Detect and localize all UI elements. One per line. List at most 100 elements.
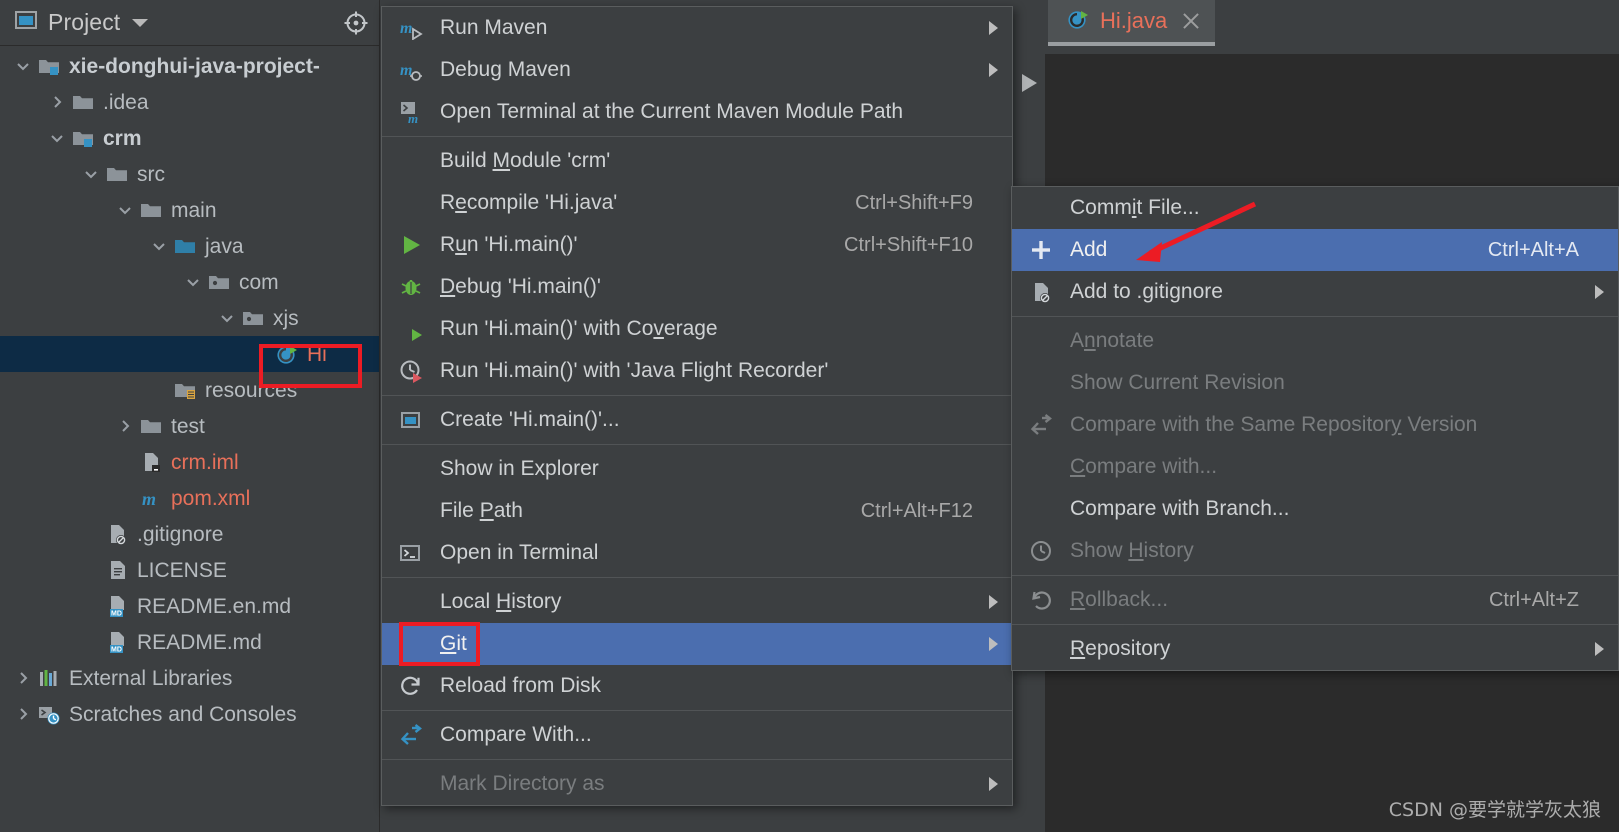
tree-row[interactable]: com [0, 264, 379, 300]
chevron-right-icon[interactable] [10, 670, 36, 686]
menu-item-run-hi-main-with-coverage[interactable]: Run 'Hi.main()' with Coverage [382, 308, 1012, 350]
file-context-menu[interactable]: m Run Maven m Debug Maven m Open Terminal at … [381, 6, 1013, 806]
tree-row[interactable]: xie-donghui-java-project- [0, 48, 379, 84]
package-icon [206, 270, 232, 294]
chevron-right-icon[interactable] [44, 94, 70, 110]
menu-item-label: Run 'Hi.main()' [440, 233, 578, 256]
menu-item-label: Recompile 'Hi.java' [440, 191, 618, 214]
java-class-icon [274, 342, 300, 366]
menu-item-label: Open in Terminal [440, 541, 599, 564]
editor-tab-hi-java[interactable]: Hi.java [1048, 0, 1216, 46]
close-icon[interactable] [1181, 11, 1201, 31]
project-panel-header: Project [0, 0, 379, 46]
tree-row-label: External Libraries [69, 666, 233, 690]
module-folder-icon [70, 126, 96, 150]
source-root-folder-icon [172, 234, 198, 258]
menu-item-label: Add to .gitignore [1070, 280, 1223, 303]
project-file-tree[interactable]: xie-donghui-java-project- .idea crm src main… [0, 46, 379, 732]
chevron-down-icon[interactable] [112, 202, 138, 218]
menu-item-local-history[interactable]: Local History [382, 581, 1012, 623]
tree-row[interactable]: resources [0, 372, 379, 408]
menu-item-label: Rollback... [1070, 588, 1169, 611]
menu-item-label: Debug 'Hi.main()' [440, 275, 601, 298]
svg-text:m: m [142, 489, 156, 509]
menu-item-git[interactable]: Git [382, 623, 1012, 665]
chevron-down-icon[interactable] [10, 58, 36, 74]
tree-row[interactable]: main [0, 192, 379, 228]
menu-item-debug-maven[interactable]: m Debug Maven [382, 49, 1012, 91]
menu-item-create-hi-main[interactable]: Create 'Hi.main()'... [382, 399, 1012, 441]
tree-row[interactable]: xjs [0, 300, 379, 336]
editor-tab-label: Hi.java [1100, 8, 1168, 33]
menu-item-label: Open Terminal at the Current Maven Modul… [440, 100, 904, 123]
chevron-right-icon[interactable] [112, 418, 138, 434]
tree-row[interactable]: Scratches and Consoles [0, 696, 379, 732]
menu-item-build-module-crm[interactable]: Build Module 'crm' [382, 140, 1012, 182]
tree-row[interactable]: Hi [0, 336, 379, 372]
menu-item-label: Annotate [1070, 329, 1155, 352]
chevron-down-icon[interactable] [180, 274, 206, 290]
menu-separator [1012, 575, 1618, 576]
menu-item-shortcut: Ctrl+Alt+A [1487, 238, 1579, 261]
menu-item-run-maven[interactable]: m Run Maven [382, 7, 1012, 49]
tree-row-label: xie-donghui-java-project- [69, 54, 320, 78]
menu-item-label: Compare with Branch... [1070, 497, 1290, 520]
tree-row[interactable]: LICENSE [0, 552, 379, 588]
module-folder-icon [36, 54, 62, 78]
tree-row-label: README.en.md [137, 594, 292, 618]
menu-separator [1012, 624, 1618, 625]
menu-item-label: Reload from Disk [440, 674, 602, 697]
menu-item-compare-with-branch[interactable]: Compare with Branch... [1012, 488, 1618, 530]
chevron-down-icon[interactable] [214, 310, 240, 326]
tree-row[interactable]: src [0, 156, 379, 192]
locate-target-icon[interactable] [343, 10, 369, 36]
menu-item-file-path[interactable]: File Path Ctrl+Alt+F12 [382, 490, 1012, 532]
svg-text:MD: MD [111, 647, 122, 654]
menu-item-label: Local History [440, 590, 562, 613]
run-green-arrow-icon[interactable] [1019, 72, 1039, 99]
tree-row[interactable]: .gitignore [0, 516, 379, 552]
tree-row[interactable]: crm [0, 120, 379, 156]
tree-row[interactable]: MD README.md [0, 624, 379, 660]
menu-item-mark-directory-as: Mark Directory as [382, 763, 1012, 805]
menu-item-show-in-explorer[interactable]: Show in Explorer [382, 448, 1012, 490]
menu-item-open-terminal-at-the-current-maven-module-path[interactable]: m Open Terminal at the Current Maven Modu… [382, 91, 1012, 133]
menu-item-run-hi-main[interactable]: Run 'Hi.main()' Ctrl+Shift+F10 [382, 224, 1012, 266]
menu-item-open-in-terminal[interactable]: Open in Terminal [382, 532, 1012, 574]
tree-row-label: pom.xml [171, 486, 251, 510]
chevron-down-icon[interactable] [78, 166, 104, 182]
chevron-down-icon[interactable] [146, 238, 172, 254]
chevron-down-icon[interactable] [44, 130, 70, 146]
markdown-file-icon: MD [104, 630, 130, 654]
chevron-right-icon[interactable] [10, 706, 36, 722]
tree-row-label: Hi [307, 342, 327, 366]
tree-row[interactable]: crm.iml [0, 444, 379, 480]
menu-item-repository[interactable]: Repository [1012, 628, 1618, 670]
markdown-file-icon: MD [104, 594, 130, 618]
menu-item-add[interactable]: Add Ctrl+Alt+A [1012, 229, 1618, 271]
tree-row[interactable]: .idea [0, 84, 379, 120]
tree-row[interactable]: test [0, 408, 379, 444]
menu-separator [1012, 316, 1618, 317]
csdn-watermark: CSDN @要学就学灰太狼 [1388, 799, 1601, 821]
tree-row[interactable]: m pom.xml [0, 480, 379, 516]
tree-row-label: resources [205, 378, 298, 402]
tree-row[interactable]: External Libraries [0, 660, 379, 696]
menu-item-recompile-hi-java[interactable]: Recompile 'Hi.java' Ctrl+Shift+F9 [382, 182, 1012, 224]
menu-item-add-to-gitignore[interactable]: Add to .gitignore [1012, 271, 1618, 313]
reload-icon [396, 674, 426, 698]
menu-item-compare-with[interactable]: Compare With... [382, 714, 1012, 756]
chevron-down-icon[interactable] [132, 18, 149, 27]
gitignore-file-icon [104, 522, 130, 546]
menu-item-debug-hi-main[interactable]: Debug 'Hi.main()' [382, 266, 1012, 308]
menu-item-reload-from-disk[interactable]: Reload from Disk [382, 665, 1012, 707]
menu-item-show-current-revision: Show Current Revision [1012, 362, 1618, 404]
menu-item-commit-file[interactable]: Commit File... [1012, 187, 1618, 229]
menu-item-run-hi-main-with-java-flight-recorder[interactable]: Run 'Hi.main()' with 'Java Flight Record… [382, 350, 1012, 392]
plus-icon [1026, 238, 1056, 262]
tree-row[interactable]: MD README.en.md [0, 588, 379, 624]
git-submenu[interactable]: Commit File... Add Ctrl+Alt+A Add to .gitig… [1011, 186, 1619, 671]
project-panel-title: Project [48, 9, 121, 35]
submenu-arrow-icon [989, 21, 998, 35]
tree-row[interactable]: java [0, 228, 379, 264]
